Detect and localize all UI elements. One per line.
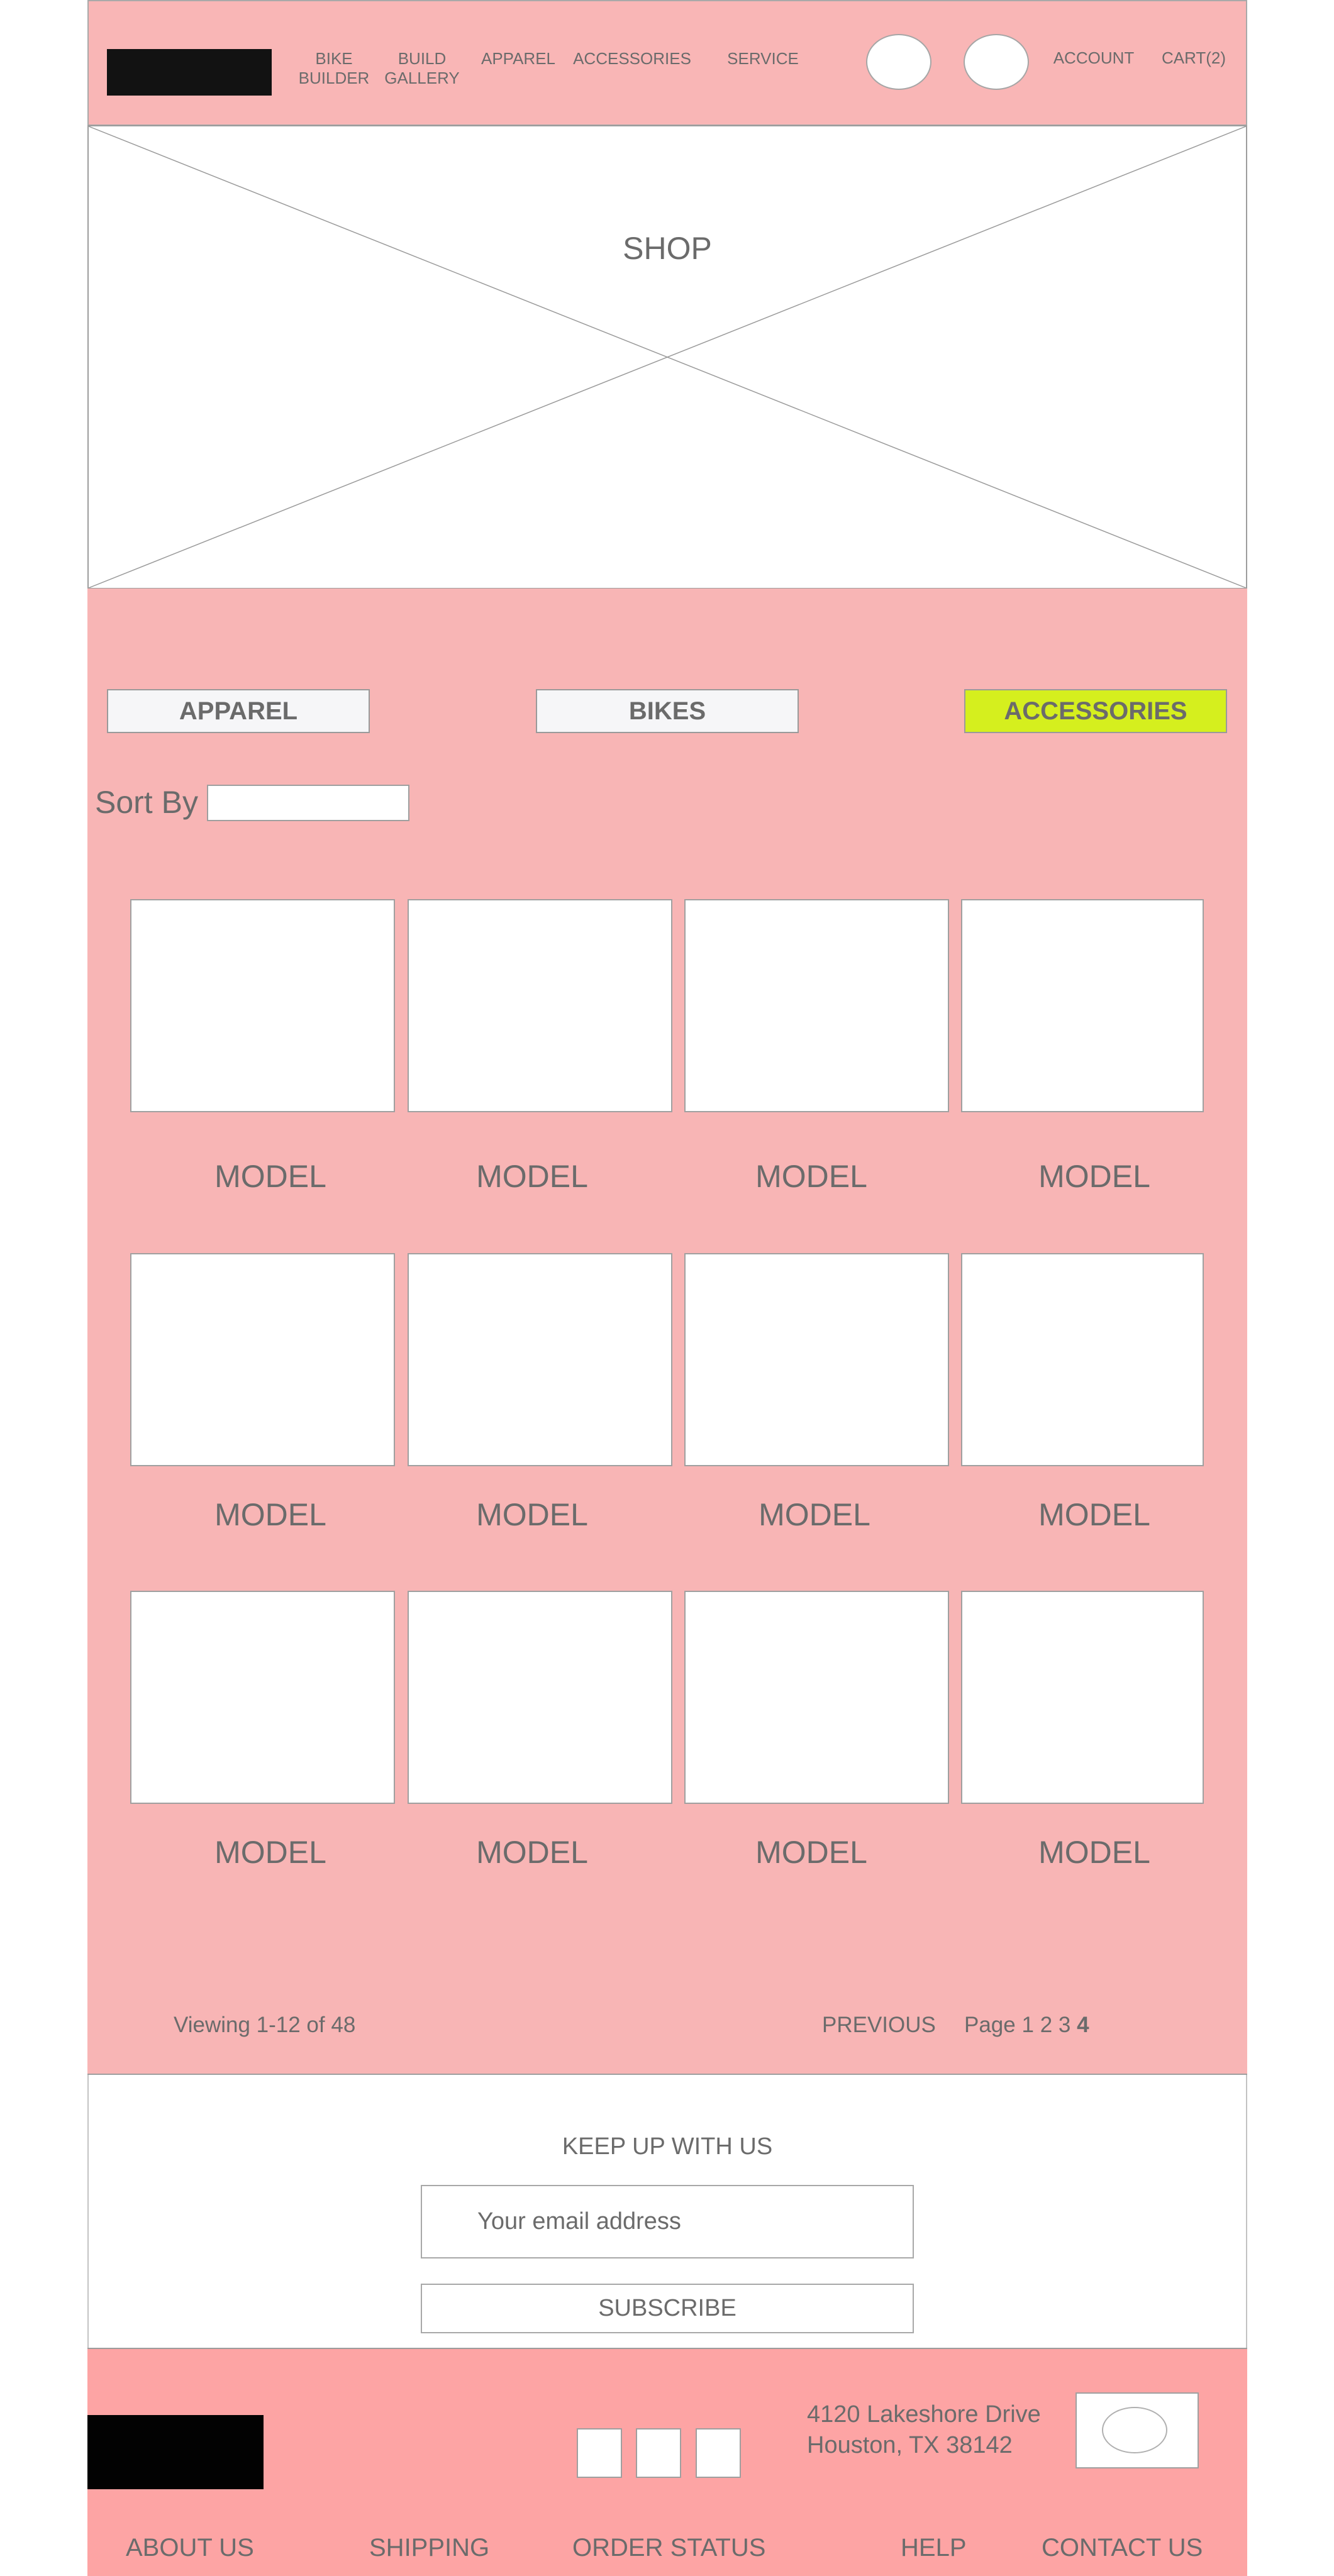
nav-apparel[interactable]: APPAREL	[477, 49, 559, 69]
newsletter-title: KEEP UP WITH US	[562, 2133, 773, 2160]
nav-accessories[interactable]: ACCESSORIES	[572, 49, 692, 69]
email-field[interactable]: Your email address	[421, 2185, 914, 2258]
footer-link-help[interactable]: HELP	[901, 2534, 967, 2562]
social-icon-1[interactable]	[577, 2428, 622, 2478]
product-name[interactable]: MODEL	[145, 1496, 396, 1533]
page-list: Page 1 2 3 4	[964, 2013, 1089, 2038]
nav-cart[interactable]: CART(2)	[1156, 48, 1231, 68]
sort-select[interactable]	[207, 785, 409, 821]
page-label: Page	[964, 2013, 1016, 2037]
product-image[interactable]	[130, 899, 395, 1112]
footer-link-order-status[interactable]: ORDER STATUS	[572, 2534, 765, 2562]
page-link-1[interactable]: 1	[1021, 2013, 1033, 2037]
page-link-3[interactable]: 3	[1059, 2013, 1070, 2037]
product-image[interactable]	[684, 1253, 949, 1466]
nav-build-gallery[interactable]: BUILD GALLERY	[381, 49, 463, 88]
product-image[interactable]	[130, 1591, 395, 1804]
product-name[interactable]: MODEL	[686, 1158, 937, 1195]
product-image[interactable]	[961, 1591, 1204, 1804]
product-image[interactable]	[130, 1253, 395, 1466]
footer-link-shipping[interactable]: SHIPPING	[369, 2534, 489, 2562]
sort-label: Sort By	[95, 785, 198, 820]
address-line-2: Houston, TX 38142	[807, 2432, 1013, 2458]
page-link-2[interactable]: 2	[1040, 2013, 1052, 2037]
page-link-current[interactable]: 4	[1077, 2013, 1089, 2037]
product-name[interactable]: MODEL	[969, 1158, 1220, 1195]
product-image[interactable]	[408, 1253, 672, 1466]
user-icon[interactable]	[964, 34, 1029, 90]
product-image[interactable]	[684, 899, 949, 1112]
nav-service[interactable]: SERVICE	[722, 49, 804, 69]
site-logo[interactable]	[107, 49, 272, 96]
search-icon[interactable]	[866, 34, 931, 90]
product-name[interactable]: MODEL	[969, 1834, 1220, 1871]
footer-link-contact[interactable]: CONTACT US	[1042, 2534, 1203, 2562]
product-name[interactable]: MODEL	[686, 1834, 937, 1871]
social-icon-3[interactable]	[696, 2428, 741, 2478]
product-image[interactable]	[961, 1253, 1204, 1466]
product-image[interactable]	[961, 899, 1204, 1112]
image-placeholder-icon	[89, 126, 1246, 588]
product-name[interactable]: MODEL	[969, 1496, 1220, 1533]
product-name[interactable]: MODEL	[406, 1158, 658, 1195]
hero-title: SHOP	[623, 231, 712, 266]
product-image[interactable]	[684, 1591, 949, 1804]
product-image[interactable]	[408, 1591, 672, 1804]
product-name[interactable]: MODEL	[406, 1834, 658, 1871]
previous-page-link[interactable]: PREVIOUS	[822, 2013, 936, 2038]
address-line-1: 4120 Lakeshore Drive	[807, 2401, 1041, 2428]
results-count: Viewing 1-12 of 48	[174, 2013, 356, 2037]
tab-accessories[interactable]: ACCESSORIES	[964, 689, 1227, 733]
tab-apparel[interactable]: APPAREL	[107, 689, 370, 733]
map-pin-icon	[1102, 2407, 1167, 2453]
product-name[interactable]: MODEL	[145, 1834, 396, 1871]
product-name[interactable]: MODEL	[406, 1496, 658, 1533]
footer-link-about[interactable]: ABOUT US	[126, 2534, 254, 2562]
product-image[interactable]	[408, 899, 672, 1112]
social-icon-2[interactable]	[636, 2428, 681, 2478]
nav-bike-builder[interactable]: BIKE BUILDER	[296, 49, 372, 88]
product-name[interactable]: MODEL	[689, 1496, 940, 1533]
product-name[interactable]: MODEL	[145, 1158, 396, 1195]
nav-account[interactable]: ACCOUNT	[1050, 48, 1138, 68]
footer-address: 4120 Lakeshore Drive Houston, TX 38142	[807, 2399, 1041, 2461]
subscribe-button[interactable]: SUBSCRIBE	[421, 2284, 914, 2333]
tab-bikes[interactable]: BIKES	[536, 689, 799, 733]
footer-logo[interactable]	[87, 2415, 264, 2489]
hero-banner	[87, 125, 1247, 589]
